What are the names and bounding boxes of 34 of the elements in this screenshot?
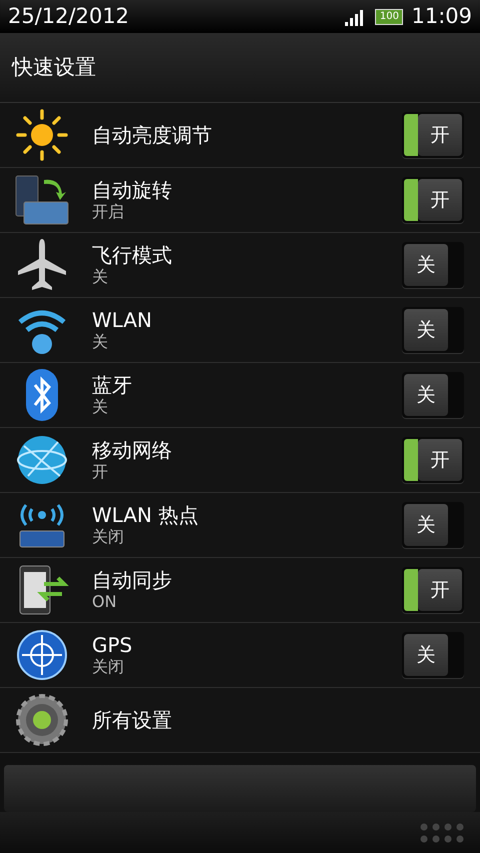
toggle-switch[interactable]: 开 <box>402 437 464 483</box>
setting-label: 自动旋转 <box>92 178 173 202</box>
gps-globe-icon <box>14 627 70 683</box>
setting-label: WLAN 热点 <box>92 502 200 527</box>
toggle-switch[interactable]: 关 <box>402 242 464 288</box>
toggle-switch[interactable]: 关 <box>402 632 464 678</box>
toggle-switch[interactable]: 关 <box>402 307 464 353</box>
gear-icon <box>14 692 70 748</box>
date-text: 25/12/2012 <box>8 2 130 30</box>
toggle-switch[interactable]: 关 <box>402 502 464 548</box>
setting-status: 关闭 <box>92 656 125 678</box>
toggle-switch[interactable]: 开 <box>402 112 464 158</box>
setting-label: WLAN <box>92 308 154 332</box>
setting-status: 关 <box>92 266 109 288</box>
time-text: 11:09 <box>411 2 472 30</box>
setting-label: GPS <box>92 632 134 657</box>
toggle-switch[interactable]: 开 <box>402 567 464 613</box>
setting-label: 自动亮度调节 <box>92 123 213 147</box>
setting-label: 移动网络 <box>92 438 173 462</box>
setting-label: 蓝牙 <box>92 372 133 397</box>
setting-label: 自动同步 <box>92 568 173 592</box>
setting-status: 开 <box>92 462 109 482</box>
toggle-switch[interactable]: 关 <box>402 372 464 418</box>
toggle-switch[interactable]: 开 <box>402 177 464 223</box>
setting-status: 关 <box>92 332 109 352</box>
setting-status: 关闭 <box>92 526 125 548</box>
setting-label: 飞行模式 <box>92 242 173 267</box>
setting-status: 关 <box>92 396 109 418</box>
setting-status: ON <box>92 592 118 612</box>
setting-label: 所有设置 <box>92 708 173 732</box>
sun-icon <box>14 107 70 163</box>
screen-title: 快速设置 <box>12 54 96 81</box>
setting-status: 开启 <box>92 202 125 222</box>
battery-icon: 100 <box>375 8 404 24</box>
